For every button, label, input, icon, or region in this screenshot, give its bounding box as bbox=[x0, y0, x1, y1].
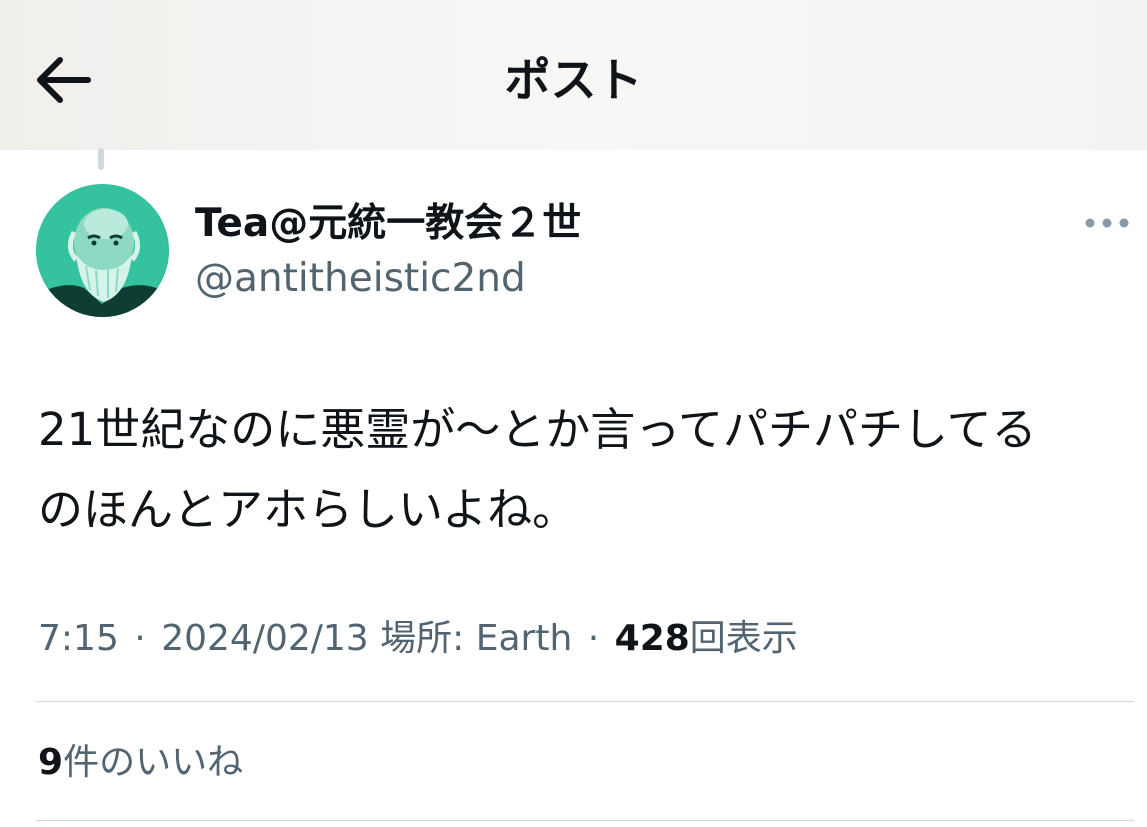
views-count: 428 bbox=[614, 618, 690, 659]
more-options-button[interactable] bbox=[1080, 208, 1136, 238]
meta-separator: · bbox=[587, 618, 600, 659]
page-title: ポスト bbox=[504, 53, 643, 107]
views-label: 回表示 bbox=[689, 618, 798, 659]
likes-link[interactable]: 9件のいいね bbox=[38, 736, 243, 790]
likes-count: 9 bbox=[38, 742, 64, 783]
post-location[interactable]: 場所: Earth bbox=[380, 618, 572, 659]
divider bbox=[36, 701, 1134, 702]
post-date[interactable]: 2024/02/13 bbox=[161, 618, 369, 659]
top-bar: ポスト bbox=[0, 0, 1147, 150]
thread-connector-line bbox=[98, 148, 104, 170]
likes-label: 件のいいね bbox=[63, 742, 244, 783]
meta-separator: · bbox=[134, 618, 146, 659]
more-dots-icon bbox=[1085, 218, 1129, 228]
post-text: 21世紀なのに悪霊が〜とか言ってパチパチしてる のほんとアホらしいよね。 bbox=[38, 403, 1037, 536]
user-handle[interactable]: @antitheistic2nd bbox=[195, 252, 526, 306]
post-metadata: 7:15 · 2024/02/13 場所: Earth · 428回表示 bbox=[38, 612, 798, 666]
avatar-portrait-image bbox=[36, 184, 169, 317]
avatar[interactable] bbox=[36, 184, 169, 317]
post-detail-page: ポスト Tea@元統一教会２世 @antitheistic2nd 21世紀なのに… bbox=[0, 0, 1147, 827]
divider bbox=[36, 820, 1134, 821]
post-time[interactable]: 7:15 bbox=[38, 618, 119, 659]
display-name[interactable]: Tea@元統一教会２世 bbox=[195, 196, 581, 252]
